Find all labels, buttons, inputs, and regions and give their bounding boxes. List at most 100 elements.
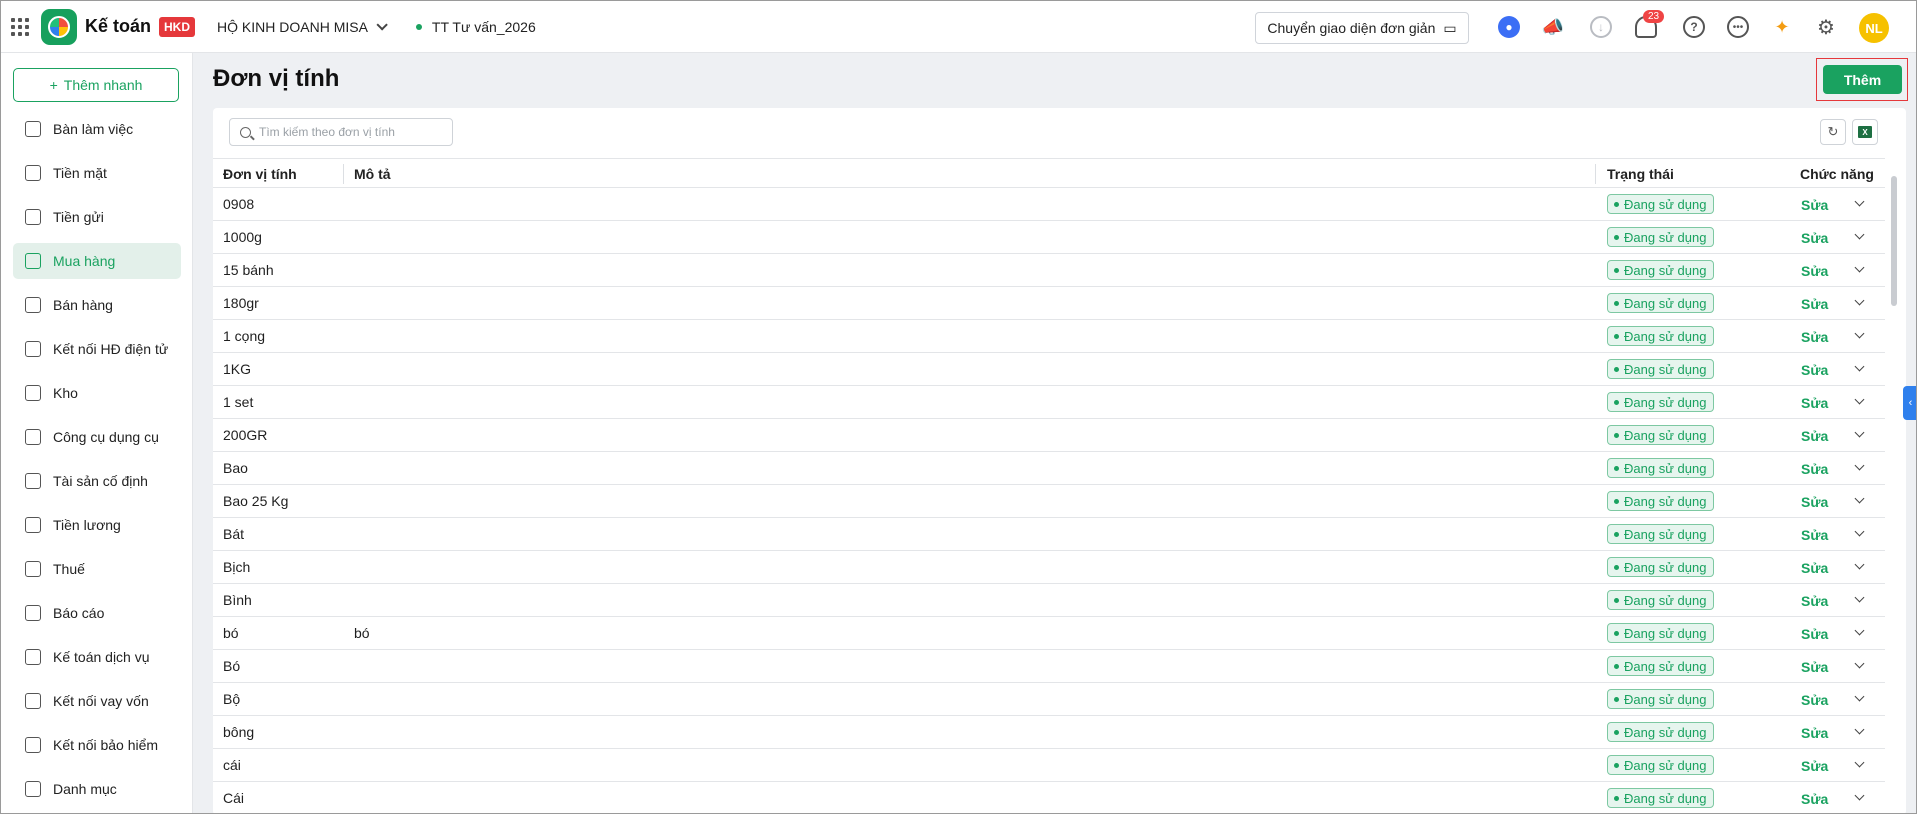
table-row[interactable]: Bộ Đang sử dụng Sửa (213, 683, 1885, 716)
download-icon[interactable]: ↓ (1590, 16, 1612, 38)
table-row[interactable]: 15 bánh Đang sử dụng Sửa (213, 254, 1885, 287)
sidebar-item[interactable]: Kế toán dịch vụ (13, 639, 181, 675)
edit-link[interactable]: Sửa (1801, 791, 1828, 807)
edit-link[interactable]: Sửa (1801, 725, 1828, 741)
table-row[interactable]: Bình Đang sử dụng Sửa (213, 584, 1885, 617)
table-row[interactable]: Cái Đang sử dụng Sửa (213, 782, 1885, 813)
edit-link[interactable]: Sửa (1801, 428, 1828, 444)
column-header-unit[interactable]: Đơn vị tính (223, 166, 297, 182)
workspace-indicator[interactable]: TT Tư vấn_2026 (415, 19, 536, 35)
sidebar-item[interactable]: Danh mục (13, 771, 181, 807)
table-row[interactable]: bó bó Đang sử dụng Sửa (213, 617, 1885, 650)
sidebar-item[interactable]: Kết nối vay vốn (13, 683, 181, 719)
table-row[interactable]: 200GR Đang sử dụng Sửa (213, 419, 1885, 452)
edit-link[interactable]: Sửa (1801, 626, 1828, 642)
edit-link[interactable]: Sửa (1801, 296, 1828, 312)
edit-link[interactable]: Sửa (1801, 362, 1828, 378)
table-scrollbar[interactable] (1891, 176, 1897, 306)
sidebar-item[interactable]: Kho (13, 375, 181, 411)
table-row[interactable]: Bao 25 Kg Đang sử dụng Sửa (213, 485, 1885, 518)
table-row[interactable]: Bịch Đang sử dụng Sửa (213, 551, 1885, 584)
chevron-down-icon[interactable] (1854, 526, 1865, 537)
search-box[interactable] (229, 118, 453, 146)
table-row[interactable]: Bó Đang sử dụng Sửa (213, 650, 1885, 683)
chevron-down-icon[interactable] (1854, 394, 1865, 405)
chevron-down-icon[interactable] (1854, 691, 1865, 702)
sidebar-item[interactable]: Tiền gửi (13, 199, 181, 235)
chevron-down-icon[interactable] (1854, 262, 1865, 273)
tag-icon (25, 297, 41, 313)
sidebar-item[interactable]: Bàn làm việc (13, 111, 181, 147)
chevron-down-icon[interactable] (1854, 790, 1865, 801)
sidebar-item[interactable]: Kết nối HĐ điện tử (13, 331, 181, 367)
chevron-down-icon[interactable] (1854, 625, 1865, 636)
table-row[interactable]: 1 set Đang sử dụng Sửa (213, 386, 1885, 419)
chevron-down-icon[interactable] (1854, 196, 1865, 207)
chevron-down-icon[interactable] (1854, 427, 1865, 438)
table-row[interactable]: 1KG Đang sử dụng Sửa (213, 353, 1885, 386)
avatar[interactable]: NL (1859, 13, 1889, 43)
table-row[interactable]: Bao Đang sử dụng Sửa (213, 452, 1885, 485)
edit-link[interactable]: Sửa (1801, 197, 1828, 213)
chevron-down-icon[interactable] (1854, 361, 1865, 372)
column-divider[interactable] (343, 164, 344, 184)
table-row[interactable]: 180gr Đang sử dụng Sửa (213, 287, 1885, 320)
search-input[interactable] (259, 125, 439, 139)
apps-grid-icon[interactable] (11, 17, 29, 36)
refresh-button[interactable]: ↻ (1820, 119, 1846, 145)
table-row[interactable]: Bát Đang sử dụng Sửa (213, 518, 1885, 551)
company-selector[interactable]: HỘ KINH DOANH MISA (217, 19, 388, 35)
chevron-down-icon[interactable] (1854, 460, 1865, 471)
megaphone-icon[interactable]: 📣 (1542, 16, 1564, 38)
sidebar-item[interactable]: Báo cáo (13, 595, 181, 631)
edit-link[interactable]: Sửa (1801, 494, 1828, 510)
column-header-status[interactable]: Trạng thái (1607, 166, 1674, 182)
gear-icon[interactable]: ⚙ (1815, 16, 1837, 39)
edit-link[interactable]: Sửa (1801, 395, 1828, 411)
edit-link[interactable]: Sửa (1801, 230, 1828, 246)
edit-link[interactable]: Sửa (1801, 329, 1828, 345)
table-row[interactable]: 1000g Đang sử dụng Sửa (213, 221, 1885, 254)
chevron-down-icon[interactable] (1854, 229, 1865, 240)
chevron-down-icon[interactable] (1854, 328, 1865, 339)
switch-ui-button[interactable]: Chuyển giao diện đơn giản ▭ (1255, 12, 1469, 44)
gift-icon[interactable]: ✦ (1771, 16, 1793, 38)
sidebar-item[interactable]: Tiền mặt (13, 155, 181, 191)
collapse-panel-button[interactable]: ‹ (1903, 386, 1916, 420)
assistant-bot-icon[interactable]: ● (1498, 16, 1520, 38)
chevron-down-icon[interactable] (1854, 724, 1865, 735)
chevron-down-icon[interactable] (1854, 592, 1865, 603)
export-excel-button[interactable]: X (1852, 119, 1878, 145)
edit-link[interactable]: Sửa (1801, 527, 1828, 543)
help-icon[interactable]: ? (1683, 16, 1705, 38)
sidebar-item[interactable]: Bán hàng (13, 287, 181, 323)
table-row[interactable]: cái Đang sử dụng Sửa (213, 749, 1885, 782)
more-icon[interactable]: ••• (1727, 16, 1749, 38)
edit-link[interactable]: Sửa (1801, 461, 1828, 477)
edit-link[interactable]: Sửa (1801, 692, 1828, 708)
chevron-down-icon[interactable] (1854, 658, 1865, 669)
sidebar-item[interactable]: Tài sản cố định (13, 463, 181, 499)
chevron-down-icon[interactable] (1854, 757, 1865, 768)
sidebar-item[interactable]: Mua hàng (13, 243, 181, 279)
edit-link[interactable]: Sửa (1801, 758, 1828, 774)
edit-link[interactable]: Sửa (1801, 593, 1828, 609)
edit-link[interactable]: Sửa (1801, 560, 1828, 576)
add-button[interactable]: Thêm (1823, 65, 1902, 94)
chevron-down-icon[interactable] (1854, 295, 1865, 306)
sidebar-item[interactable]: Thuế (13, 551, 181, 587)
table-row[interactable]: 0908 Đang sử dụng Sửa (213, 188, 1885, 221)
edit-link[interactable]: Sửa (1801, 263, 1828, 279)
edit-link[interactable]: Sửa (1801, 659, 1828, 675)
sidebar-item[interactable]: Kết nối bảo hiểm (13, 727, 181, 763)
column-divider[interactable] (1595, 164, 1596, 184)
sidebar-item[interactable]: Công cụ dụng cụ (13, 419, 181, 455)
table-row[interactable]: bông Đang sử dụng Sửa (213, 716, 1885, 749)
chevron-down-icon[interactable] (1854, 493, 1865, 504)
table-row[interactable]: 1 cọng Đang sử dụng Sửa (213, 320, 1885, 353)
chevron-down-icon[interactable] (1854, 559, 1865, 570)
quick-add-button[interactable]: + Thêm nhanh (13, 68, 179, 102)
sidebar-item[interactable]: Tiền lương (13, 507, 181, 543)
column-header-desc[interactable]: Mô tả (354, 166, 391, 182)
status-dot-icon (415, 23, 422, 30)
